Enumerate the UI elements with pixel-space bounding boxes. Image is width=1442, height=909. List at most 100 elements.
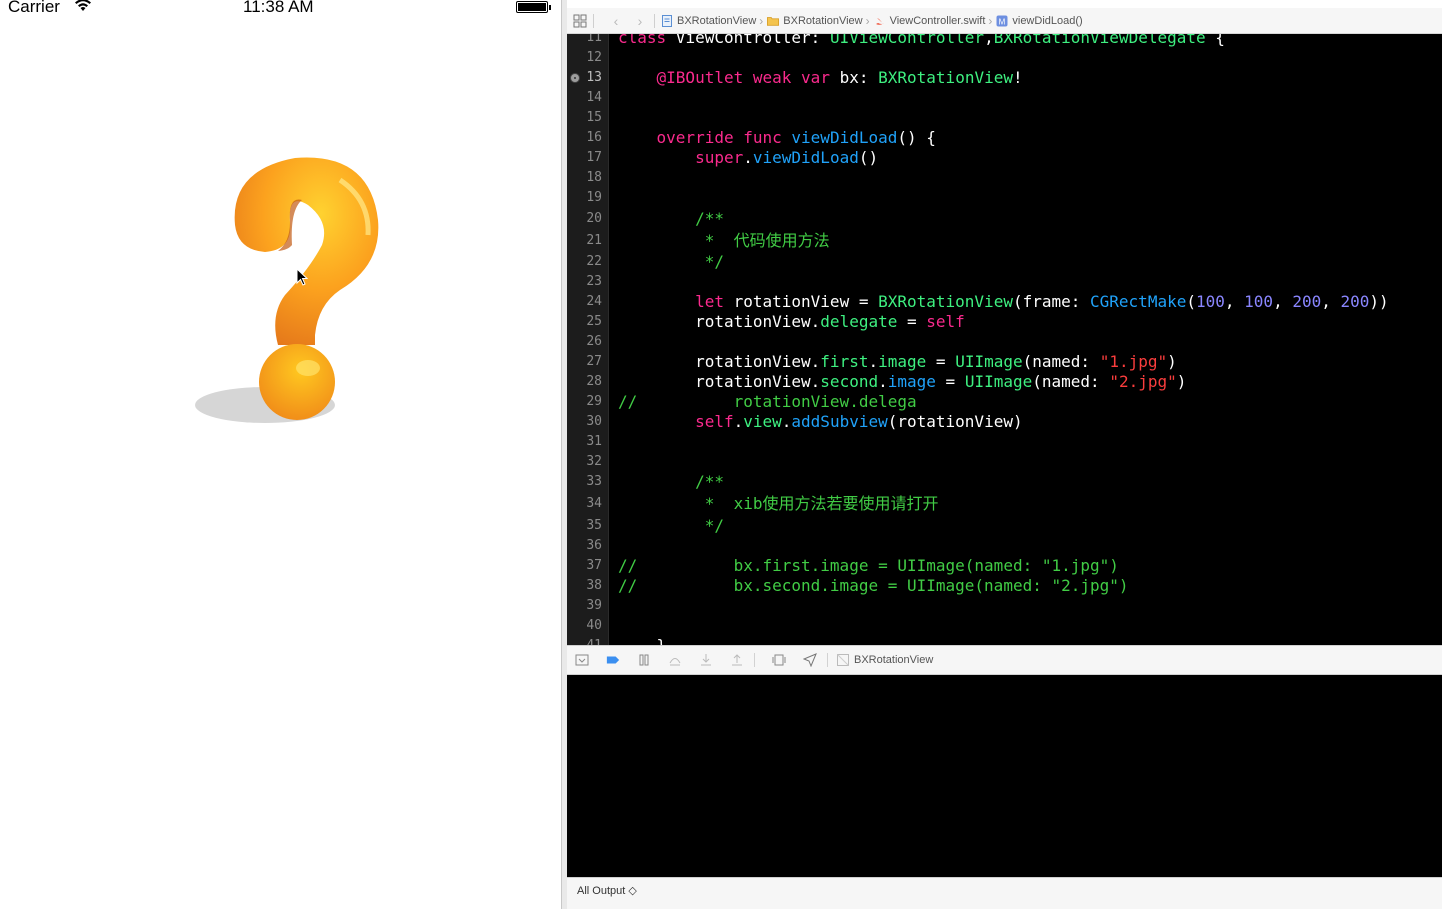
debug-bar: BXRotationView [567, 645, 1442, 675]
breadcrumb-label: BXRotationView [677, 14, 757, 27]
line-number: 18 [586, 170, 602, 185]
line-number: 34 [586, 496, 602, 511]
swift-file-icon [875, 17, 884, 25]
debug-target-label: BXRotationView [854, 654, 934, 666]
line-number: 11 [586, 34, 602, 45]
line-number: 35 [586, 518, 602, 533]
code-line[interactable]: * 代码使用方法 [618, 231, 830, 251]
line-number: 23 [586, 274, 602, 289]
code-line[interactable]: override func viewDidLoad() { [618, 128, 936, 148]
view-debugger-icon[interactable] [772, 653, 786, 667]
line-number: 19 [586, 190, 602, 205]
separator [754, 653, 755, 667]
line-number: 41 [567, 636, 602, 645]
line-number: 32 [586, 454, 602, 469]
line-number: 26 [586, 334, 602, 349]
battery-icon [516, 1, 551, 13]
output-filter-select[interactable]: All Output ◇ [577, 884, 637, 897]
wifi-icon [75, 0, 91, 11]
console-footer: All Output ◇ [567, 877, 1442, 909]
rotation-view-image[interactable] [190, 150, 390, 430]
hide-debug-area-icon[interactable] [575, 653, 589, 667]
chevron-right-icon: › [865, 13, 870, 28]
line-number: 12 [586, 50, 602, 65]
project-icon [662, 14, 672, 27]
line-number: 15 [586, 110, 602, 125]
code-line[interactable]: rotationView.first.image = UIImage(named… [618, 352, 1177, 372]
source-editor[interactable]: 11 12 13 14 15 16 17 18 19 20 21 22 23 2… [567, 34, 1442, 645]
line-number: 40 [586, 618, 602, 633]
clock-label: 11:38 AM [243, 0, 314, 16]
line-number: 16 [586, 130, 602, 145]
code-line[interactable]: // rotationView.delega [618, 392, 917, 412]
code-line[interactable]: /** [618, 209, 724, 229]
line-number: 13 [586, 70, 602, 85]
code-line[interactable]: super.viewDidLoad() [618, 148, 878, 168]
line-number: 24 [586, 294, 602, 309]
separator [827, 653, 828, 667]
ios-simulator-screen: Carrier 11:38 AM [0, 0, 561, 909]
xcode-window: ‹ › BXRotationView › BXRotationView › Vi… [567, 0, 1442, 909]
breakpoints-toggle-icon[interactable] [606, 653, 620, 667]
line-number: 29 [586, 394, 602, 409]
chevron-right-icon: › [759, 13, 764, 28]
separator [593, 13, 594, 28]
line-number: 17 [586, 150, 602, 165]
status-bar: Carrier 11:38 AM [0, 0, 561, 20]
code-line[interactable]: class ViewController: UIViewController,B… [618, 34, 1225, 48]
code-line[interactable]: // bx.first.image = UIImage(named: "1.jp… [618, 556, 1119, 576]
line-number: 31 [586, 434, 602, 449]
line-number: 39 [586, 598, 602, 613]
carrier-label: Carrier [8, 0, 60, 16]
back-arrow-icon[interactable]: ‹ [608, 14, 624, 28]
method-icon: M [996, 15, 1008, 26]
line-number: 37 [586, 558, 602, 573]
code-line[interactable]: let rotationView = BXRotationView(frame:… [618, 292, 1389, 312]
gutter-border [608, 34, 609, 645]
code-line[interactable]: /** [618, 472, 724, 492]
code-line[interactable]: rotationView.delegate = self [618, 312, 965, 332]
code-line[interactable]: * xib使用方法若要使用请打开 [618, 494, 939, 514]
code-line[interactable]: } [618, 636, 667, 645]
line-number: 38 [586, 578, 602, 593]
code-line[interactable]: // bx.second.image = UIImage(named: "2.j… [618, 576, 1129, 596]
line-number: 25 [586, 314, 602, 329]
code-line[interactable]: */ [618, 516, 724, 536]
line-number-gutter[interactable]: 11 12 13 14 15 16 17 18 19 20 21 22 23 2… [567, 34, 608, 645]
line-number: 20 [586, 211, 602, 226]
line-number: 22 [586, 254, 602, 269]
line-number: 21 [586, 233, 602, 248]
debug-console[interactable] [567, 675, 1442, 877]
mouse-cursor-icon [296, 268, 308, 286]
code-line[interactable]: self.view.addSubview(rotationView) [618, 412, 1023, 432]
line-number: 27 [586, 354, 602, 369]
line-number: 28 [586, 374, 602, 389]
line-number: 36 [586, 538, 602, 553]
app-target-icon [837, 654, 849, 666]
chevron-right-icon: › [988, 13, 993, 28]
related-items-icon[interactable] [573, 14, 587, 28]
line-number: 14 [586, 90, 602, 105]
line-number: 33 [586, 474, 602, 489]
svg-text:M: M [999, 17, 1006, 26]
breadcrumb-file[interactable]: ViewController.swift › [874, 14, 997, 28]
line-number: 30 [586, 414, 602, 429]
breadcrumb-label: ViewController.swift [889, 14, 986, 27]
step-out-icon[interactable] [730, 653, 744, 667]
separator [654, 13, 655, 28]
breadcrumb-method[interactable]: M viewDidLoad() [996, 14, 1083, 27]
step-into-icon[interactable] [699, 653, 713, 667]
breadcrumb-group[interactable]: BXRotationView › [767, 14, 873, 28]
code-line[interactable]: rotationView.second.image = UIImage(name… [618, 372, 1186, 392]
forward-arrow-icon[interactable]: › [632, 14, 648, 28]
breadcrumb-project[interactable]: BXRotationView › [661, 14, 767, 28]
breadcrumb-label: viewDidLoad() [1012, 14, 1083, 27]
code-line[interactable]: */ [618, 252, 724, 272]
folder-icon [767, 16, 780, 26]
jump-bar: ‹ › BXRotationView › BXRotationView › Vi… [567, 8, 1442, 34]
step-over-icon[interactable] [668, 653, 682, 667]
breadcrumb-label: BXRotationView [783, 14, 863, 27]
pause-icon[interactable] [637, 653, 651, 667]
code-line[interactable]: @IBOutlet weak var bx: BXRotationView! [618, 68, 1023, 88]
location-arrow-icon[interactable] [803, 653, 817, 667]
